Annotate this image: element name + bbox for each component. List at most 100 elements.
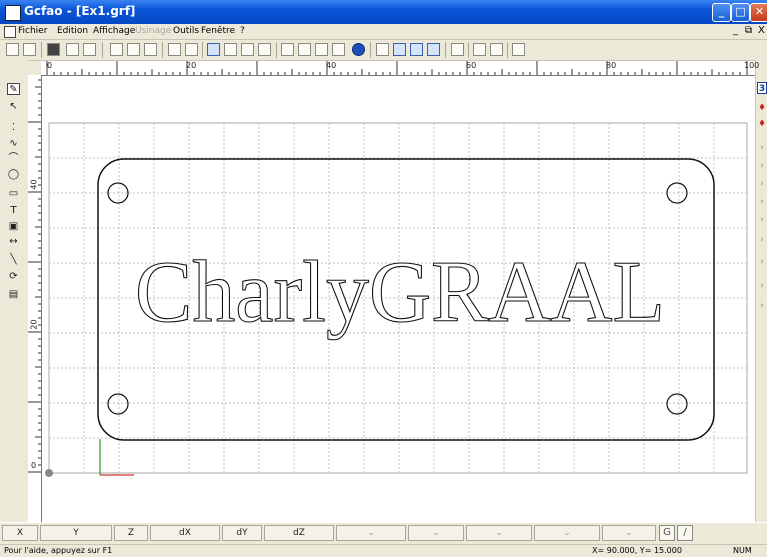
mdi-restore-button[interactable]: ⧉ xyxy=(745,25,752,36)
zoom-all-icon[interactable] xyxy=(258,43,271,56)
tool-e-icon[interactable]: › xyxy=(757,214,767,226)
dx-field[interactable]: dX xyxy=(150,525,220,541)
tool-g-icon[interactable]: › xyxy=(757,256,767,268)
menu-affichage[interactable]: Affichage xyxy=(93,26,135,36)
open-icon[interactable] xyxy=(23,43,36,56)
window-title: Gcfao - [Ex1.grf] xyxy=(24,4,136,18)
minimize-button[interactable]: _ xyxy=(712,3,731,22)
menu-fenetre[interactable]: Fenêtre xyxy=(201,26,235,36)
ruler-label: 0 xyxy=(31,461,37,470)
document-icon[interactable] xyxy=(4,26,16,38)
tool-b-icon[interactable]: › xyxy=(757,160,767,172)
toolbar-separator xyxy=(162,42,163,58)
menu-usinage[interactable]: Usinage xyxy=(135,26,171,36)
coordinate-bar: X Y Z dX dY dZ ⌄ ⌄ ⌄ ⌄ ⌄ G / xyxy=(0,522,767,545)
text-tool-icon[interactable]: T xyxy=(7,205,20,217)
ruler-label: 0 xyxy=(47,61,53,70)
z-field[interactable]: Z xyxy=(114,525,148,541)
properties-icon[interactable] xyxy=(332,43,345,56)
fill-tool-icon[interactable]: ▣ xyxy=(7,221,20,233)
app-icon[interactable] xyxy=(5,5,21,21)
ruler-label: 40 xyxy=(326,61,337,70)
drawing-svg[interactable]: CharlyGRAAL xyxy=(42,76,755,522)
ruler-label: 100 xyxy=(744,61,760,70)
ruler-label: 60 xyxy=(466,61,477,70)
toolbar-separator xyxy=(370,42,371,58)
param-dropdown-2[interactable]: ⌄ xyxy=(408,525,464,541)
rectangle-tool-icon[interactable]: ▭ xyxy=(7,188,20,200)
param-dropdown-3[interactable]: ⌄ xyxy=(466,525,532,541)
left-tool-palette: ✎ ↖ ⁚ ∿ ⌒ ◯ ▭ T ▣ ↔ ╲ ⟳ ▤ xyxy=(0,60,29,522)
mdi-minimize-button[interactable]: _ xyxy=(733,25,738,36)
new-icon[interactable] xyxy=(6,43,19,56)
export-icon[interactable] xyxy=(490,43,503,56)
ungroup-icon[interactable] xyxy=(315,43,328,56)
undo-icon[interactable] xyxy=(168,43,181,56)
list-tool-icon[interactable]: ▤ xyxy=(7,289,20,301)
view-xy-icon[interactable] xyxy=(393,43,406,56)
print-preview-icon[interactable] xyxy=(83,43,96,56)
simulate-icon[interactable] xyxy=(473,43,486,56)
redo-icon[interactable] xyxy=(185,43,198,56)
select-icon[interactable] xyxy=(207,43,220,56)
maximize-button[interactable]: □ xyxy=(731,3,750,22)
toolbar-separator xyxy=(468,42,469,58)
dimension-tool-icon[interactable]: ↔ xyxy=(7,236,20,248)
machine-icon[interactable] xyxy=(451,43,464,56)
view-yz-icon[interactable] xyxy=(427,43,440,56)
menu-edition[interactable]: Edition xyxy=(57,26,88,36)
param-dropdown-1[interactable]: ⌄ xyxy=(336,525,406,541)
mdi-close-button[interactable]: X xyxy=(758,25,765,36)
layer-3-icon[interactable]: 3 xyxy=(757,82,767,94)
print-icon[interactable] xyxy=(66,43,79,56)
title-bar: Gcfao - [Ex1.grf] _ □ ✕ xyxy=(0,0,767,24)
point-tool-icon[interactable]: ⁚ xyxy=(7,122,20,134)
transform-tool-icon[interactable]: ⟳ xyxy=(7,271,20,283)
right-tool-strip: 3 ♦ ♦ › › › › › › › › › xyxy=(755,60,767,522)
line-tool-icon[interactable]: ╲ xyxy=(7,254,20,266)
menu-outils[interactable]: Outils xyxy=(173,26,199,36)
group-icon[interactable] xyxy=(298,43,311,56)
marker-alt-icon[interactable]: ♦ xyxy=(757,118,767,130)
status-help-text: Pour l'aide, appuyez sur F1 xyxy=(4,546,113,555)
ruler-label: 20 xyxy=(29,319,39,330)
arc-tool-icon[interactable]: ⌒ xyxy=(7,153,20,165)
circle-tool-icon[interactable]: ◯ xyxy=(7,169,20,181)
tool-h-icon[interactable]: › xyxy=(757,280,767,292)
pointer-icon[interactable]: ↖ xyxy=(7,101,20,113)
zoom-out-icon[interactable] xyxy=(241,43,254,56)
toolbar-separator xyxy=(102,42,103,58)
copy-icon[interactable] xyxy=(127,43,140,56)
help-pointer-icon[interactable] xyxy=(512,43,525,56)
view-xz-icon[interactable] xyxy=(410,43,423,56)
status-cursor-position: X= 90.000, Y= 15.000 xyxy=(592,546,682,555)
pencil-icon[interactable]: ✎ xyxy=(7,83,20,95)
cube-icon[interactable] xyxy=(376,43,389,56)
menu-help[interactable]: ? xyxy=(240,26,245,36)
save-icon[interactable] xyxy=(47,43,60,56)
close-button[interactable]: ✕ xyxy=(750,3,767,22)
polyline-tool-icon[interactable]: ∿ xyxy=(7,138,20,150)
tool-d-icon[interactable]: › xyxy=(757,196,767,208)
marker-icon[interactable]: ♦ xyxy=(757,102,767,114)
cut-icon[interactable] xyxy=(110,43,123,56)
tool-i-icon[interactable]: › xyxy=(757,300,767,312)
ortho-mode-icon[interactable]: / xyxy=(677,525,693,541)
paste-icon[interactable] xyxy=(144,43,157,56)
param-dropdown-4[interactable]: ⌄ xyxy=(534,525,600,541)
snap-grid-icon[interactable]: G xyxy=(659,525,675,541)
param-dropdown-5[interactable]: ⌄ xyxy=(602,525,656,541)
layer-icon[interactable] xyxy=(281,43,294,56)
drawing-canvas[interactable]: CharlyGRAAL xyxy=(42,76,755,522)
menu-fichier[interactable]: Fichier xyxy=(18,26,47,36)
globe-icon[interactable] xyxy=(352,43,365,56)
zoom-in-icon[interactable] xyxy=(224,43,237,56)
y-field[interactable]: Y xyxy=(40,525,112,541)
dz-field[interactable]: dZ xyxy=(264,525,334,541)
tool-f-icon[interactable]: › xyxy=(757,234,767,246)
tool-a-icon[interactable]: › xyxy=(757,142,767,154)
x-field[interactable]: X xyxy=(2,525,38,541)
dy-field[interactable]: dY xyxy=(222,525,262,541)
tool-c-icon[interactable]: › xyxy=(757,178,767,190)
ruler-corner xyxy=(28,61,42,76)
